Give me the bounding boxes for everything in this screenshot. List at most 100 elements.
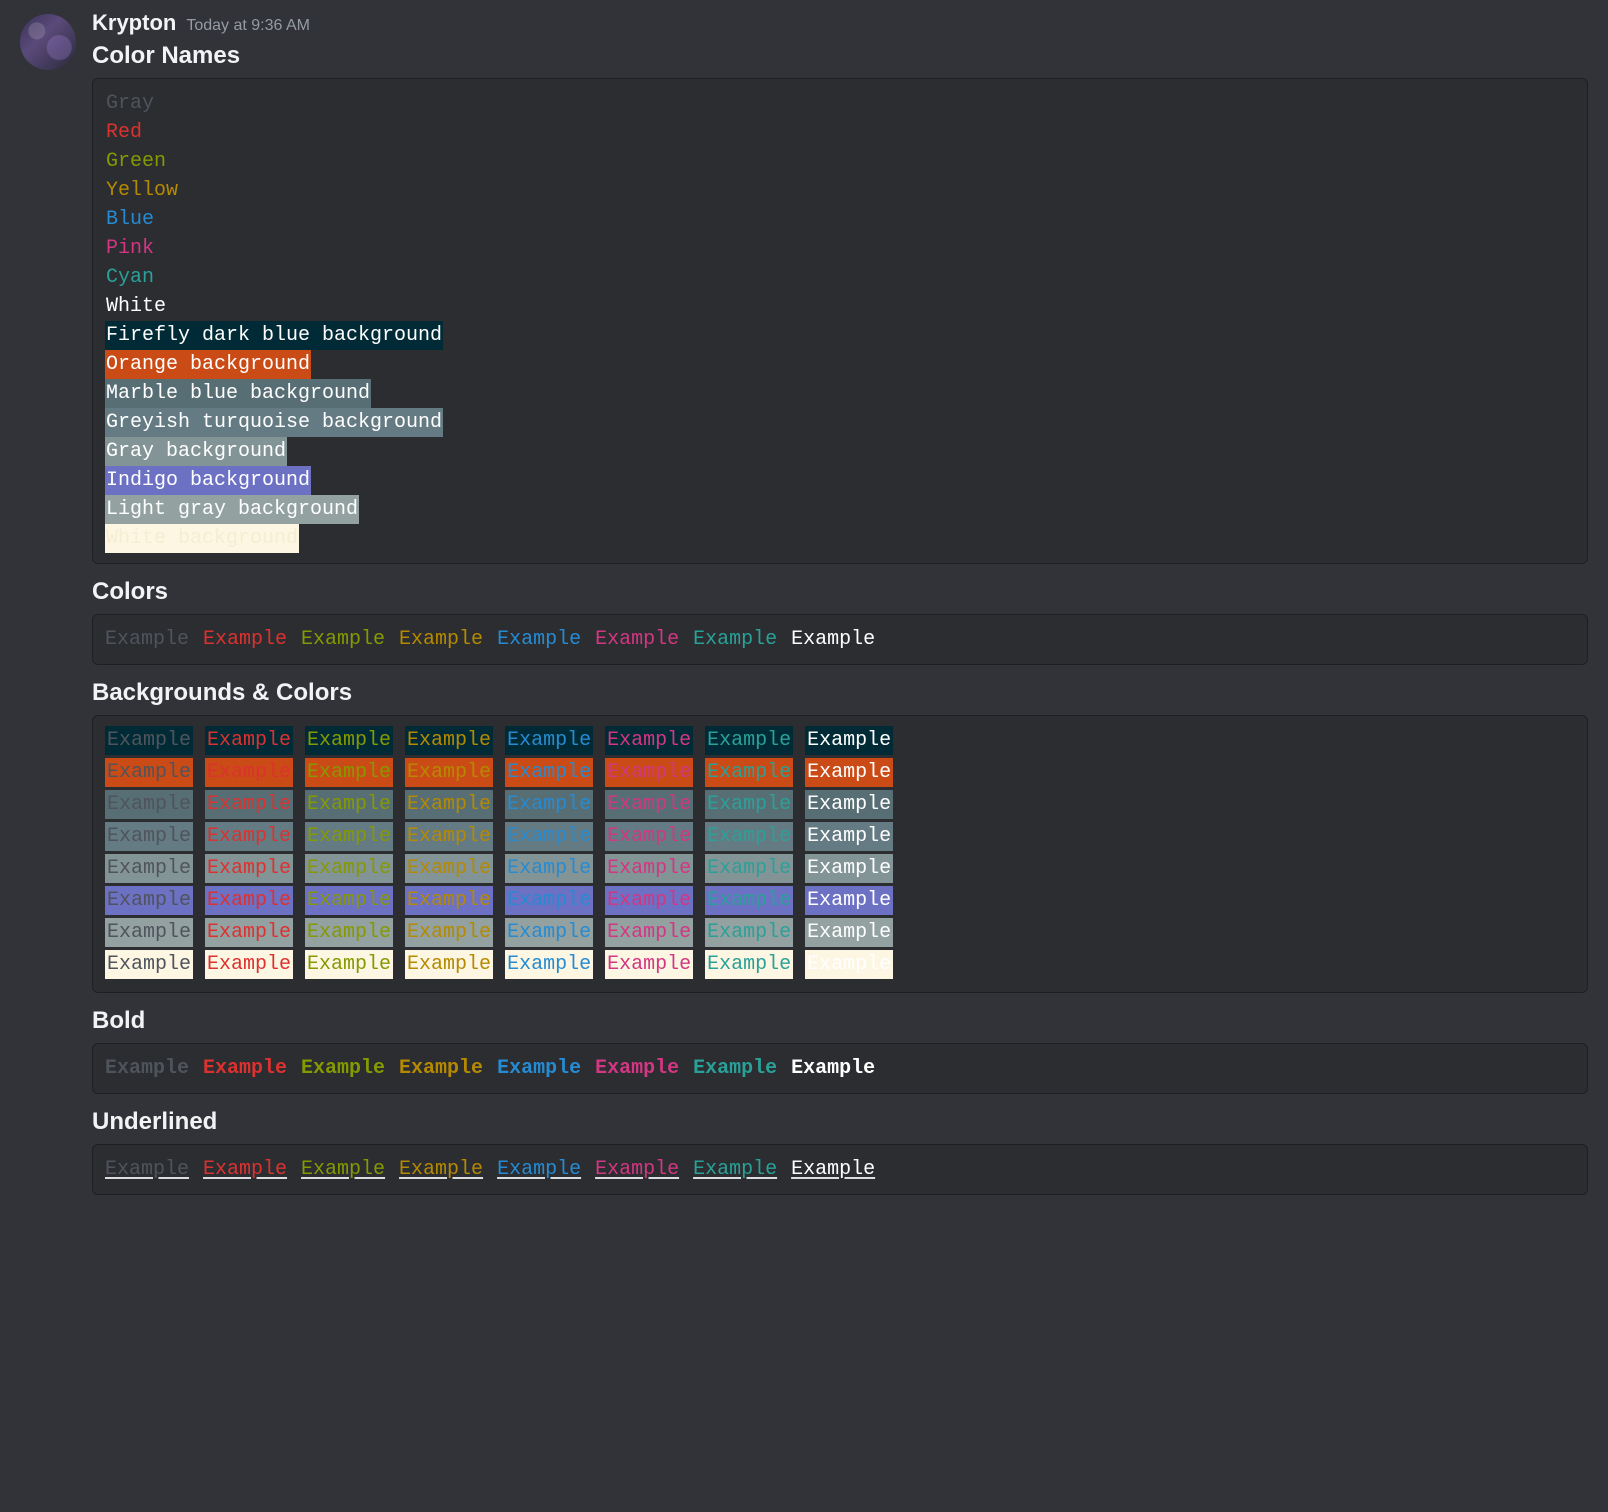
username[interactable]: Krypton [92, 10, 176, 36]
example-white: Example [791, 1057, 875, 1080]
matrix-cell: Example [205, 790, 293, 819]
heading-bg-colors: Backgrounds & Colors [92, 679, 1588, 707]
matrix-row-orange: Example Example Example Example Example Examp… [105, 758, 1575, 787]
example-blue: Example [497, 1057, 581, 1080]
matrix-cell: Example [705, 790, 793, 819]
matrix-cell: Example [705, 822, 793, 851]
matrix-cell: Example [205, 854, 293, 883]
matrix-cell: Example [405, 886, 493, 915]
example-green: Example [301, 1158, 385, 1181]
matrix-cell: Example [405, 854, 493, 883]
matrix-cell: Example [605, 790, 693, 819]
matrix-cell: Example [305, 918, 393, 947]
example-green: Example [301, 628, 385, 651]
color-name-entry: Greyish turquoise background [105, 408, 443, 437]
color-name-entry: Cyan [105, 263, 155, 292]
color-name-entry: Gray background [105, 437, 287, 466]
matrix-cell: Example [105, 790, 193, 819]
heading-bold: Bold [92, 1007, 1588, 1035]
matrix-cell: Example [305, 790, 393, 819]
example-blue: Example [497, 628, 581, 651]
matrix-cell: Example [405, 918, 493, 947]
matrix-cell: Example [105, 950, 193, 979]
heading-color-names: Color Names [92, 42, 1588, 70]
matrix-cell: Example [805, 758, 893, 787]
color-name-entry: Orange background [105, 350, 311, 379]
matrix-cell: Example [305, 854, 393, 883]
example-green: Example [301, 1057, 385, 1080]
matrix-cell: Example [705, 886, 793, 915]
matrix-cell: Example [705, 758, 793, 787]
example-yellow: Example [399, 628, 483, 651]
matrix-cell: Example [105, 758, 193, 787]
color-name-entry: Blue [105, 205, 155, 234]
example-pink: Example [595, 1158, 679, 1181]
example-cyan: Example [693, 1057, 777, 1080]
matrix-cell: Example [605, 854, 693, 883]
matrix-cell: Example [705, 918, 793, 947]
matrix-row-indigo: Example Example Example Example Example Examp… [105, 886, 1575, 915]
color-name-entry: Firefly dark blue background [105, 321, 443, 350]
matrix-cell: Example [205, 822, 293, 851]
example-cyan: Example [693, 1158, 777, 1181]
matrix-cell: Example [805, 886, 893, 915]
matrix-cell: Example [105, 822, 193, 851]
matrix-cell: Example [305, 726, 393, 755]
matrix-cell: Example [505, 790, 593, 819]
example-gray: Example [105, 1158, 189, 1181]
message: Krypton Today at 9:36 AM Color Names Gra… [20, 10, 1588, 1209]
example-gray: Example [105, 1057, 189, 1080]
example-white: Example [791, 1158, 875, 1181]
matrix-cell: Example [205, 886, 293, 915]
matrix-cell: Example [505, 918, 593, 947]
matrix-cell: Example [705, 950, 793, 979]
example-cyan: Example [693, 628, 777, 651]
codeblock-colors[interactable]: Example Example Example Example Example Examp… [92, 614, 1588, 665]
matrix-cell: Example [605, 822, 693, 851]
matrix-cell: Example [505, 726, 593, 755]
matrix-cell: Example [505, 822, 593, 851]
matrix-cell: Example [805, 790, 893, 819]
color-name-entry: Yellow [105, 176, 179, 205]
matrix-cell: Example [405, 950, 493, 979]
matrix-cell: Example [305, 886, 393, 915]
color-name-entry: Red [105, 118, 143, 147]
matrix-row-lgray: ExampleExampleExampleExampleExampleExamp… [105, 918, 1575, 947]
codeblock-color-names[interactable]: GrayRedGreenYellowBluePinkCyanWhiteFiref… [92, 78, 1588, 564]
matrix-row-gray: ExampleExampleExampleExampleExampleExamp… [105, 854, 1575, 883]
example-gray: Example [105, 628, 189, 651]
color-name-entry: Indigo background [105, 466, 311, 495]
matrix-cell: Example [105, 726, 193, 755]
avatar[interactable] [20, 14, 76, 70]
matrix-row-marble: Example Example Example Example Example Examp… [105, 790, 1575, 819]
color-name-entry: Pink [105, 234, 155, 263]
example-white: Example [791, 628, 875, 651]
example-red: Example [203, 1057, 287, 1080]
heading-colors: Colors [92, 578, 1588, 606]
example-blue: Example [497, 1158, 581, 1181]
codeblock-bg-colors[interactable]: Example Example Example Example Example Examp… [92, 715, 1588, 993]
matrix-cell: Example [205, 918, 293, 947]
matrix-row-greyturq: ExampleExampleExampleExampleExampleExamp… [105, 822, 1575, 851]
matrix-cell: Example [405, 726, 493, 755]
matrix-cell: Example [505, 758, 593, 787]
codeblock-bold[interactable]: Example Example Example Example Example Examp… [92, 1043, 1588, 1094]
color-name-entry: White [105, 292, 167, 321]
matrix-cell: Example [505, 950, 593, 979]
matrix-row-firefly: Example Example Example Example Example Examp… [105, 726, 1575, 755]
matrix-cell: Example [805, 950, 893, 979]
matrix-cell: Example [605, 726, 693, 755]
matrix-cell: Example [405, 758, 493, 787]
matrix-cell: Example [305, 758, 393, 787]
matrix-cell: Example [205, 758, 293, 787]
matrix-row-white: ExampleExampleExampleExampleExampleExamp… [105, 950, 1575, 979]
matrix-cell: Example [605, 886, 693, 915]
example-pink: Example [595, 1057, 679, 1080]
matrix-cell: Example [105, 886, 193, 915]
color-name-entry: Green [105, 147, 167, 176]
matrix-cell: Example [605, 758, 693, 787]
color-name-entry: Light gray background [105, 495, 359, 524]
color-name-entry: Gray [105, 89, 155, 118]
matrix-cell: Example [805, 726, 893, 755]
codeblock-underlined[interactable]: Example Example Example Example Example Examp… [92, 1144, 1588, 1195]
